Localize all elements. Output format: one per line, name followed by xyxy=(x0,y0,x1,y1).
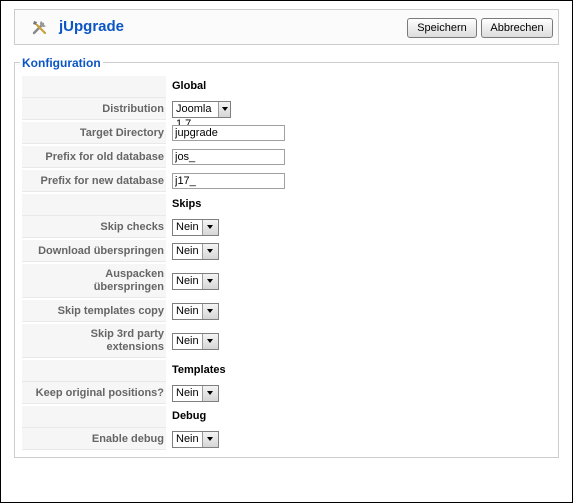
skip-unpack-label-line2: überspringen xyxy=(93,280,164,293)
toolbar: jUpgrade Speichern Abbrechen xyxy=(14,9,559,45)
distribution-value: Joomla 1.7 xyxy=(176,102,212,130)
tools-icon xyxy=(32,21,47,35)
skip-download-label: Download überspringen xyxy=(22,240,166,262)
label-cell-empty xyxy=(22,360,166,382)
skip-checks-value: Nein xyxy=(176,220,199,233)
section-heading-templates: Templates xyxy=(172,364,226,376)
skip-templates-value: Nein xyxy=(176,304,199,317)
keep-positions-value: Nein xyxy=(176,386,199,399)
chevron-down-icon[interactable] xyxy=(201,303,218,319)
chevron-down-icon[interactable] xyxy=(201,431,218,447)
label-cell-empty xyxy=(22,406,166,428)
save-button[interactable]: Speichern xyxy=(407,18,477,38)
skip-download-value: Nein xyxy=(176,244,199,257)
enable-debug-select[interactable]: Nein xyxy=(172,430,219,448)
prefix-new-label: Prefix for new database xyxy=(22,170,166,192)
skip-unpack-label-line1: Auspacken xyxy=(105,267,164,280)
skip-templates-label: Skip templates copy xyxy=(22,300,166,322)
skip-3rdparty-label-line1: Skip 3rd party xyxy=(90,327,164,340)
skip-unpack-select[interactable]: Nein xyxy=(172,272,219,290)
keep-positions-label: Keep original positions? xyxy=(22,382,166,404)
enable-debug-label: Enable debug xyxy=(22,428,166,450)
chevron-down-icon[interactable] xyxy=(218,101,231,117)
label-cell-empty xyxy=(22,194,166,216)
skip-checks-label: Skip checks xyxy=(22,216,166,238)
skip-checks-select[interactable]: Nein xyxy=(172,218,219,236)
skip-templates-select[interactable]: Nein xyxy=(172,302,219,320)
target-directory-input[interactable] xyxy=(172,125,285,141)
target-directory-label: Target Directory xyxy=(22,122,166,144)
section-heading-skips: Skips xyxy=(172,198,202,210)
chevron-down-icon[interactable] xyxy=(201,219,218,235)
prefix-new-input[interactable] xyxy=(172,173,285,189)
skip-3rdparty-label-line2: extensions xyxy=(106,340,164,353)
chevron-down-icon[interactable] xyxy=(201,333,218,349)
chevron-down-icon[interactable] xyxy=(201,385,218,401)
skip-unpack-label: Auspacken überspringen xyxy=(22,264,166,298)
skip-3rdparty-label: Skip 3rd party extensions xyxy=(22,324,166,358)
distribution-label: Distribution xyxy=(22,98,166,120)
cancel-button[interactable]: Abbrechen xyxy=(481,18,553,38)
section-heading-global: Global xyxy=(172,80,207,92)
skip-3rdparty-select[interactable]: Nein xyxy=(172,332,219,350)
label-cell-empty xyxy=(22,76,166,98)
skip-unpack-value: Nein xyxy=(176,274,199,287)
prefix-old-label: Prefix for old database xyxy=(22,146,166,168)
distribution-select[interactable]: Joomla 1.7 xyxy=(172,100,232,130)
keep-positions-select[interactable]: Nein xyxy=(172,384,219,402)
skip-download-select[interactable]: Nein xyxy=(172,242,219,260)
chevron-down-icon[interactable] xyxy=(201,243,218,259)
enable-debug-value: Nein xyxy=(176,432,199,445)
skip-3rdparty-value: Nein xyxy=(176,334,199,347)
fieldset-legend: Konfiguration xyxy=(20,56,103,70)
section-heading-debug: Debug xyxy=(172,410,207,422)
chevron-down-icon[interactable] xyxy=(201,273,218,289)
prefix-old-input[interactable] xyxy=(172,149,285,165)
page-title: jUpgrade xyxy=(59,18,125,35)
